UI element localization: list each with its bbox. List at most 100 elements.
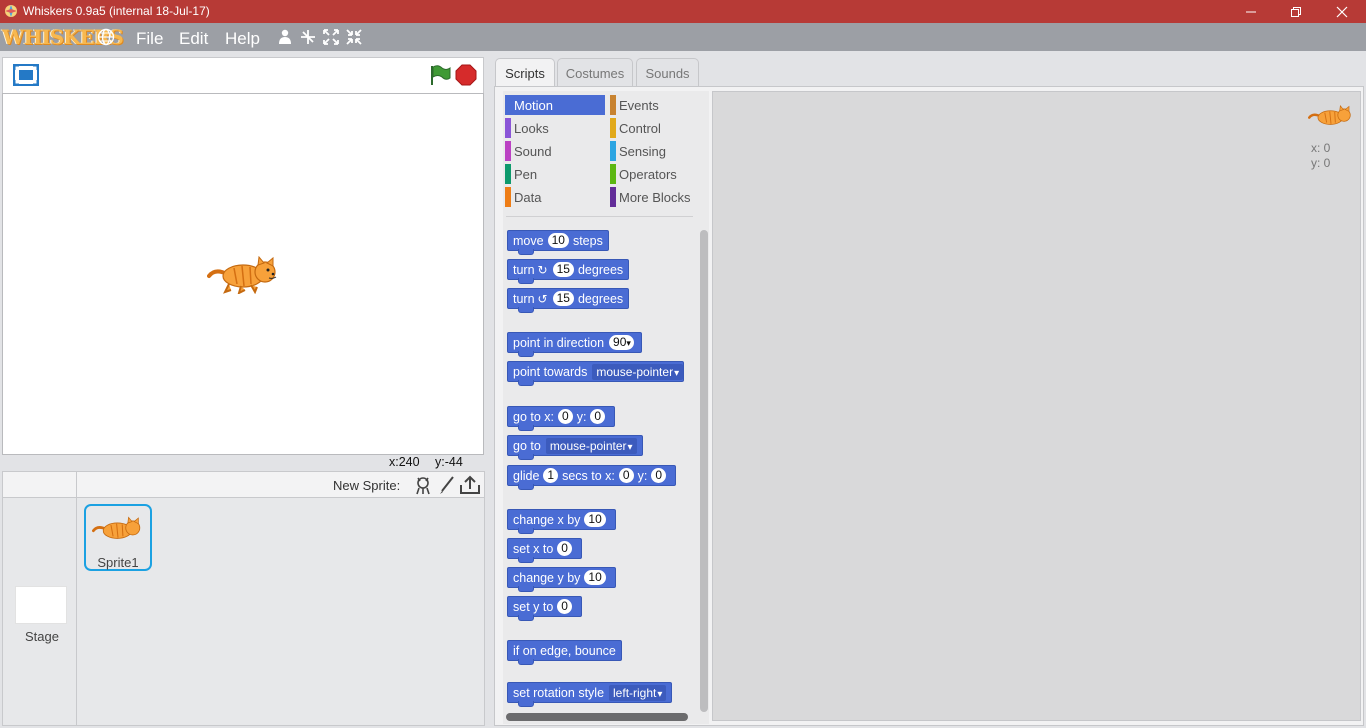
block-point-in-direction[interactable]: point in direction 90 (507, 332, 642, 357)
tab-sounds[interactable]: Sounds (636, 58, 699, 87)
category-sound[interactable]: Sound (505, 141, 605, 161)
category-swatch (610, 187, 616, 207)
category-swatch (505, 187, 511, 207)
block-text: turn (513, 262, 535, 277)
x-input[interactable]: 10 (584, 512, 606, 527)
block-text: y: (637, 468, 648, 483)
tab-scripts[interactable]: Scripts (495, 58, 555, 88)
category-looks[interactable]: Looks (505, 118, 605, 138)
secs-input[interactable]: 1 (543, 468, 559, 483)
current-sprite-icon (1308, 105, 1351, 125)
stage-thumbnail[interactable] (15, 586, 67, 624)
y-input[interactable]: 0 (590, 409, 606, 424)
rotation-style-dropdown[interactable]: left-right (609, 684, 667, 701)
block-set-rotation-style[interactable]: set rotation style left-right (507, 682, 673, 707)
rotate-clockwise-icon: ↻ (537, 262, 548, 277)
block-text: move (513, 233, 544, 248)
block-go-to-xy[interactable]: go to x: 0 y: 0 (507, 406, 616, 431)
cat-sprite[interactable] (207, 256, 281, 294)
category-label: Control (619, 120, 661, 136)
title-bar: Whiskers 0.9a5 (internal 18-Jul-17) (0, 0, 1366, 23)
sprite-y-position: y: 0 (1311, 156, 1331, 170)
palette-horizontal-scrollbar[interactable] (506, 713, 688, 721)
block-set-y[interactable]: set y to 0 (507, 596, 582, 621)
block-if-on-edge-bounce[interactable]: if on edge, bounce (507, 640, 622, 665)
category-motion[interactable]: Motion (505, 95, 605, 115)
block-glide[interactable]: glide 1 secs to x: 0 y: 0 (507, 465, 677, 490)
shrink-tool-icon[interactable] (345, 28, 363, 46)
upload-sprite-icon[interactable] (459, 475, 481, 495)
restore-button[interactable] (1273, 0, 1319, 23)
goto-dropdown[interactable]: mouse-pointer (545, 437, 637, 454)
category-swatch (610, 118, 616, 138)
restore-icon (1291, 6, 1301, 17)
block-change-y[interactable]: change y by 10 (507, 567, 616, 592)
block-text: change x by (513, 512, 581, 527)
block-change-x[interactable]: change x by 10 (507, 509, 616, 534)
block-text: degrees (577, 291, 624, 306)
category-label: Pen (514, 166, 538, 182)
mouse-x-readout: x:240 (389, 455, 420, 469)
x-input[interactable]: 0 (558, 409, 573, 424)
full-screen-icon[interactable] (13, 64, 39, 86)
minimize-button[interactable] (1228, 0, 1274, 23)
category-data[interactable]: Data (505, 187, 605, 207)
category-swatch (610, 164, 616, 184)
green-flag-icon[interactable] (429, 64, 451, 86)
category-more-blocks[interactable]: More Blocks (610, 187, 710, 207)
direction-dropdown[interactable]: 90 (609, 335, 634, 350)
delete-tool-icon[interactable] (299, 28, 317, 46)
block-text: go to (513, 438, 541, 453)
minimize-icon (1246, 11, 1256, 12)
category-label: Looks (514, 120, 549, 136)
stage-canvas[interactable] (2, 93, 484, 455)
towards-dropdown[interactable]: mouse-pointer (592, 363, 684, 380)
menu-help[interactable]: Help (225, 29, 260, 49)
category-label: Motion (514, 97, 554, 113)
y-input[interactable]: 0 (651, 468, 667, 483)
category-operators[interactable]: Operators (610, 164, 710, 184)
category-sensing[interactable]: Sensing (610, 141, 710, 161)
stop-sign-icon[interactable] (455, 64, 477, 86)
close-button[interactable] (1319, 0, 1365, 23)
scripts-area[interactable]: x: 0 y: 0 (712, 91, 1361, 721)
palette-vertical-scrollbar[interactable] (700, 230, 708, 712)
block-text: set rotation style (513, 685, 605, 700)
palette-divider (506, 216, 693, 217)
category-pen[interactable]: Pen (505, 164, 605, 184)
block-set-x[interactable]: set x to 0 (507, 538, 582, 563)
block-turn-counterclockwise[interactable]: turn ↺ 15 degrees (507, 288, 630, 313)
menu-edit[interactable]: Edit (179, 29, 208, 49)
globe-icon[interactable] (97, 28, 115, 46)
sprite-thumbnail[interactable]: Sprite1 (84, 504, 152, 571)
stage-header (2, 57, 484, 94)
menu-bar: WHISKERS File Edit Help (0, 23, 1366, 51)
y-input[interactable]: 0 (557, 599, 572, 614)
rotate-counterclockwise-icon: ↺ (537, 291, 548, 306)
x-input[interactable]: 0 (557, 541, 572, 556)
steps-input[interactable]: 10 (547, 233, 569, 248)
block-text: secs to x: (562, 468, 615, 483)
degrees-input[interactable]: 15 (552, 262, 574, 277)
window-title: Whiskers 0.9a5 (internal 18-Jul-17) (23, 4, 210, 18)
duplicate-tool-icon[interactable] (276, 28, 294, 46)
y-input[interactable]: 10 (584, 570, 606, 585)
sprite-name: Sprite1 (97, 555, 139, 570)
degrees-input[interactable]: 15 (552, 291, 574, 306)
sprite-corral: New Sprite: Sprite1 Stage (2, 471, 485, 726)
sprite-library-icon[interactable] (413, 475, 433, 495)
block-point-towards[interactable]: point towards mouse-pointer (507, 361, 685, 386)
category-events[interactable]: Events (610, 95, 710, 115)
tab-costumes[interactable]: Costumes (557, 58, 633, 87)
paint-brush-icon[interactable] (437, 475, 457, 495)
category-swatch (505, 141, 511, 161)
block-go-to[interactable]: go to mouse-pointer (507, 435, 643, 460)
x-input[interactable]: 0 (618, 468, 634, 483)
category-control[interactable]: Control (610, 118, 710, 138)
block-turn-clockwise[interactable]: turn ↻ 15 degrees (507, 259, 630, 284)
grow-tool-icon[interactable] (322, 28, 340, 46)
block-text: change y by (513, 570, 581, 585)
block-move[interactable]: move 10 steps (507, 230, 609, 255)
menu-file[interactable]: File (136, 29, 163, 49)
category-label: Sensing (619, 143, 666, 159)
